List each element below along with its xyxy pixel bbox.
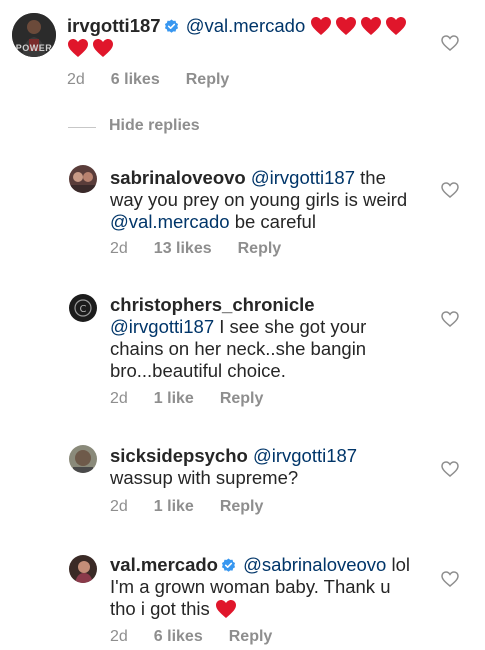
username[interactable]: sabrinaloveovo [110, 167, 246, 188]
comment-meta: 2d 6 likes Reply [110, 628, 298, 646]
comment-sicksidepsycho: sicksidepsycho @irvgotti187 wassup with … [0, 435, 485, 525]
avatar[interactable] [69, 555, 97, 583]
likes-count[interactable]: 13 likes [154, 240, 212, 257]
avatar[interactable] [69, 445, 97, 473]
comment-text: tho i got this [110, 598, 210, 619]
avatar-photo [69, 165, 97, 193]
comment-body: sabrinaloveovo @irvgotti187 the way you … [110, 167, 430, 233]
reply-button[interactable]: Reply [229, 628, 273, 645]
avatar-photo [69, 555, 97, 583]
comment-body: val.mercado @sabrinaloveovo lol I'm a gr… [110, 554, 430, 620]
timestamp: 2d [110, 390, 128, 407]
divider-line [68, 127, 96, 128]
avatar[interactable] [69, 165, 97, 193]
comment-text: chains on her neck..she bangin [110, 338, 367, 359]
verified-badge-icon [221, 558, 236, 572]
like-heart-icon[interactable] [441, 182, 459, 198]
mention-link[interactable]: @irvgotti187 [253, 445, 357, 466]
mention-link[interactable]: @val.mercado [186, 15, 306, 36]
like-heart-icon[interactable] [441, 311, 459, 327]
comment-body: sicksidepsycho @irvgotti187 wassup with … [110, 445, 430, 489]
comment-text: be careful [234, 211, 316, 232]
red-heart-emoji [386, 17, 407, 35]
avatar-photo [69, 445, 97, 473]
comment-text: bro...beautiful choice. [110, 360, 286, 381]
timestamp: 2d [110, 240, 128, 257]
comment-text: I'm a grown woman baby. Thank u [110, 576, 391, 597]
likes-count[interactable]: 6 likes [111, 71, 160, 88]
likes-count[interactable]: 1 like [154, 390, 194, 407]
comment-christophers-chronicle: C christophers_chronicle @irvgotti187 I … [0, 284, 485, 414]
reply-button[interactable]: Reply [186, 71, 230, 88]
like-heart-icon[interactable] [441, 461, 459, 477]
comment-meta: 2d 13 likes Reply [110, 240, 307, 258]
avatar-caption: POWER [15, 43, 53, 53]
verified-badge-icon [164, 19, 178, 33]
timestamp: 2d [110, 628, 128, 645]
comment-text: way you prey on young girls is weird [110, 189, 408, 210]
heart-emojis-line1 [310, 15, 410, 36]
comment-text: the [360, 167, 386, 188]
red-heart-emoji [93, 39, 113, 57]
comment-text: lol [391, 554, 411, 575]
reply-button[interactable]: Reply [220, 498, 264, 515]
comment-body: irvgotti187 @val.mercado [67, 15, 437, 59]
mention-link[interactable]: @irvgotti187 [251, 167, 355, 188]
comment-body: christophers_chronicle @irvgotti187 I se… [110, 294, 430, 382]
username[interactable]: christophers_chronicle [110, 294, 315, 315]
username[interactable]: sicksidepsycho [110, 445, 248, 466]
mention-link[interactable]: @val.mercado [110, 211, 230, 232]
comment-irvgotti187: POWER irvgotti187 @val.mercado 2d 6 likes… [0, 0, 485, 100]
likes-count[interactable]: 6 likes [154, 628, 203, 645]
reply-button[interactable]: Reply [238, 240, 282, 257]
svg-text:C: C [80, 304, 87, 315]
red-heart-emoji [336, 17, 357, 35]
avatar-photo: C [69, 294, 97, 322]
comment-text: I see she got your [219, 316, 367, 337]
comment-val-mercado: val.mercado @sabrinaloveovo lol I'm a gr… [0, 544, 485, 650]
like-heart-icon[interactable] [441, 571, 459, 587]
reply-button[interactable]: Reply [220, 390, 264, 407]
likes-count[interactable]: 1 like [154, 498, 194, 515]
hide-replies-label[interactable]: Hide replies [109, 117, 200, 135]
timestamp: 2d [110, 498, 128, 515]
mention-link[interactable]: @sabrinaloveovo [243, 554, 386, 575]
comment-meta: 2d 6 likes Reply [67, 71, 255, 89]
red-heart-emoji [361, 17, 382, 35]
comment-meta: 2d 1 like Reply [110, 498, 289, 516]
comment-sabrinaloveovo: sabrinaloveovo @irvgotti187 the way you … [0, 155, 485, 265]
comment-text: wassup with supreme? [110, 467, 299, 488]
username[interactable]: val.mercado [110, 554, 218, 575]
red-heart-emoji [215, 600, 236, 618]
comment-meta: 2d 1 like Reply [110, 390, 289, 408]
red-heart-emoji [311, 17, 332, 35]
red-heart-emoji [68, 39, 88, 57]
heart-emojis-line2 [67, 37, 117, 58]
username[interactable]: irvgotti187 [67, 15, 161, 36]
avatar[interactable]: C [69, 294, 97, 322]
avatar[interactable]: POWER [12, 13, 56, 57]
timestamp: 2d [67, 71, 85, 88]
mention-link[interactable]: @irvgotti187 [110, 316, 214, 337]
like-heart-icon[interactable] [441, 35, 459, 51]
